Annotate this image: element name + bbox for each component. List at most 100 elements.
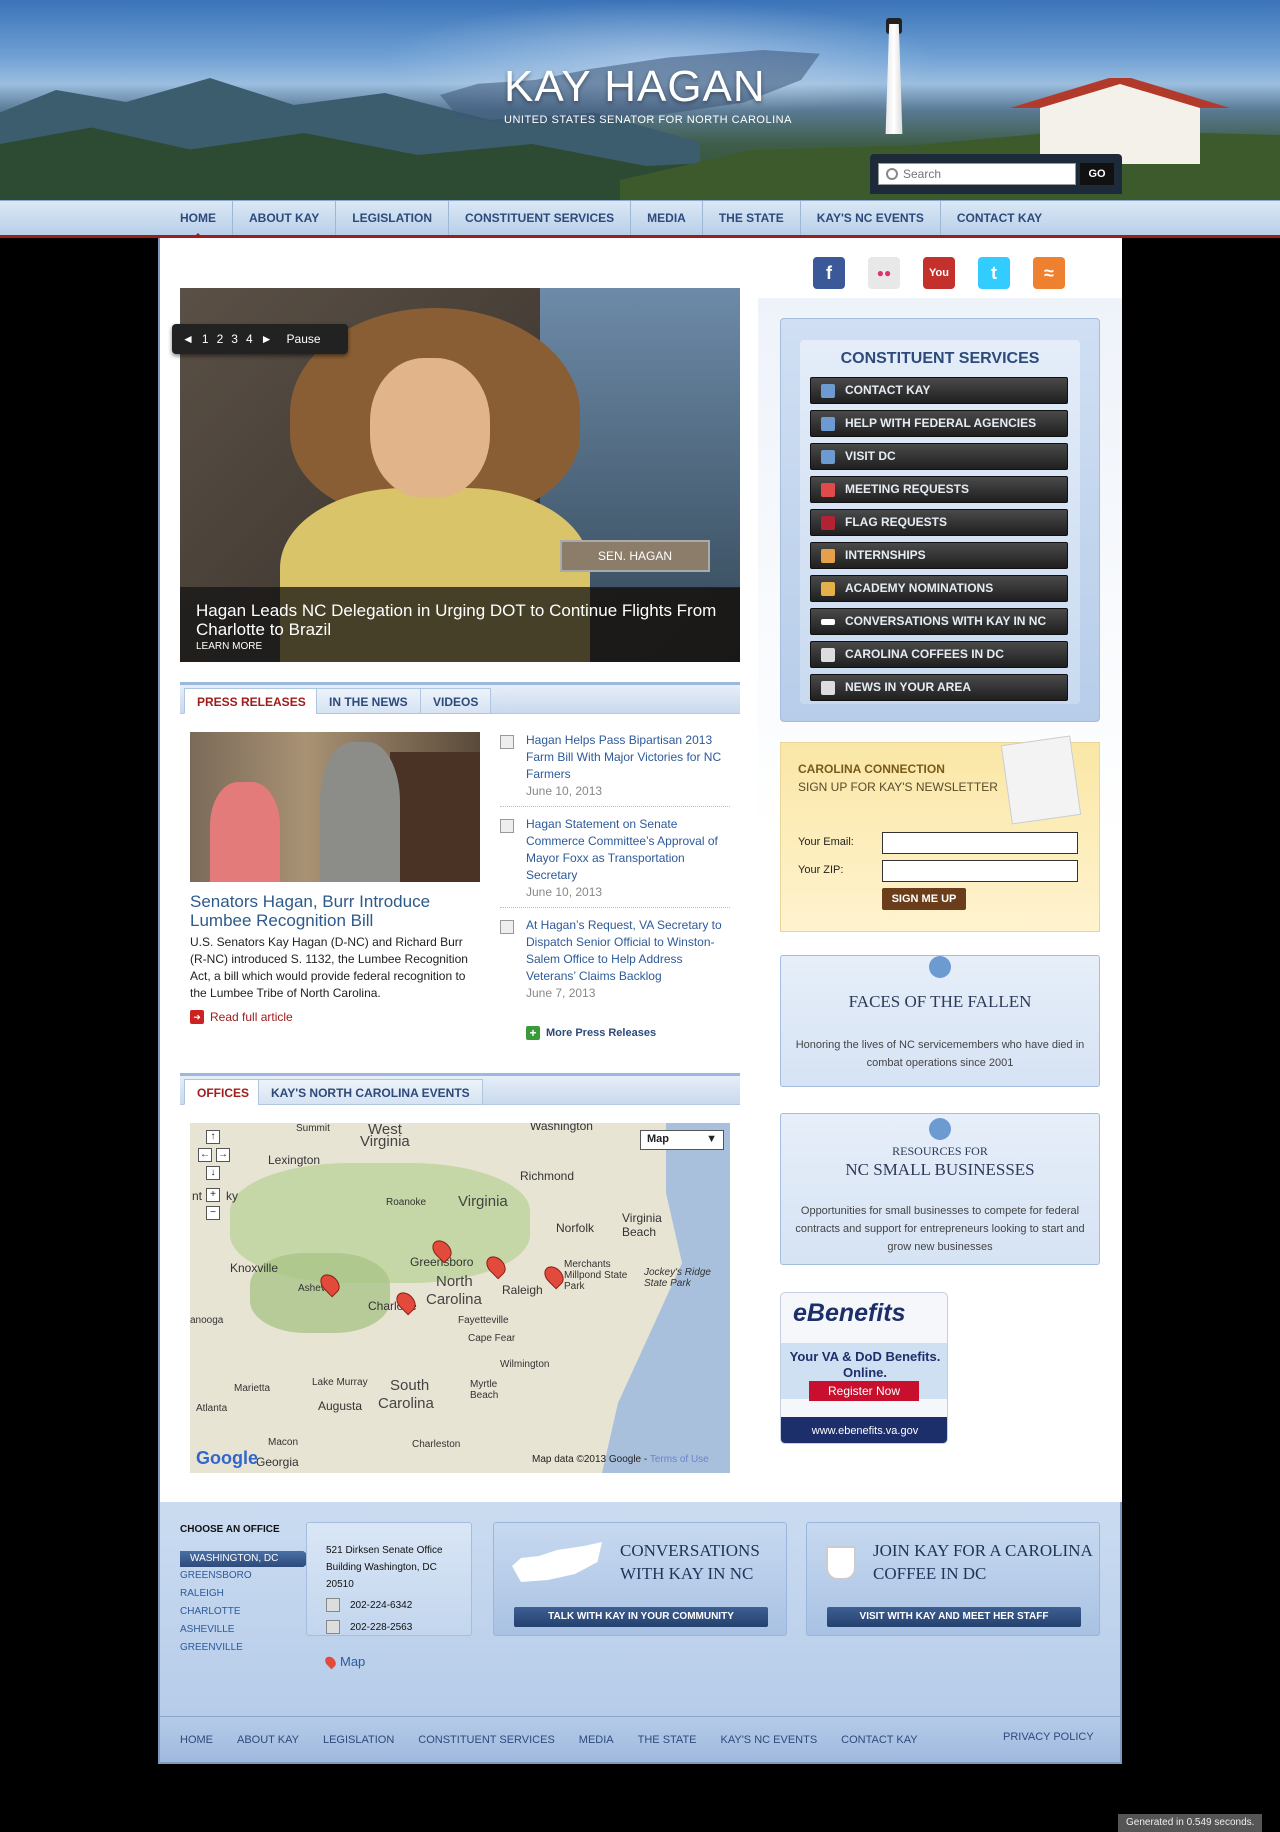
tab-offices[interactable]: OFFICES (184, 1079, 263, 1105)
feature-body: U.S. Senators Kay Hagan (D-NC) and Richa… (190, 935, 468, 1000)
offices-map[interactable]: West Virginia Washington Summit Lexingto… (190, 1123, 730, 1473)
press-release-title[interactable]: Hagan Helps Pass Bipartisan 2013 Farm Bi… (526, 732, 730, 783)
tab-videos[interactable]: VIDEOS (420, 688, 492, 714)
ebenefits-register-button[interactable]: Register Now (809, 1381, 919, 1401)
talk-with-kay-button[interactable]: TALK WITH KAY IN YOUR COMMUNITY (514, 1607, 768, 1627)
cs-contact-kay-button[interactable]: CONTACT KAY (810, 377, 1068, 404)
nav-home[interactable]: HOME (164, 201, 233, 238)
slider-pause-button[interactable]: Pause (287, 332, 321, 346)
read-full-article-link[interactable]: ➜ Read full article (190, 1010, 293, 1024)
cs-internships-button[interactable]: INTERNSHIPS (810, 542, 1068, 569)
office-asheville[interactable]: ASHEVILLE (180, 1624, 234, 1635)
tab-in-the-news[interactable]: IN THE NEWS (316, 688, 421, 714)
press-release-title[interactable]: Hagan Statement on Senate Commerce Commi… (526, 816, 730, 884)
zoom-in-icon[interactable]: + (206, 1188, 220, 1202)
sign-me-up-button[interactable]: SIGN ME UP (882, 888, 966, 910)
map-terms-link[interactable]: Terms of Use (650, 1454, 709, 1465)
nav-kays-nc-events[interactable]: KAY'S NC EVENTS (801, 201, 941, 235)
ebenefits-logo: eBenefits (793, 1299, 906, 1327)
pan-down-icon[interactable]: ↓ (206, 1166, 220, 1180)
nav-about-kay[interactable]: ABOUT KAY (233, 201, 337, 235)
footer-nav-kays-nc-events[interactable]: KAY'S NC EVENTS (721, 1734, 818, 1746)
slider-caption-title[interactable]: Hagan Leads NC Delegation in Urging DOT … (196, 601, 724, 639)
cs-carolina-coffees-button[interactable]: CAROLINA COFFEES IN DC (810, 641, 1068, 668)
nav-the-state[interactable]: THE STATE (703, 201, 801, 235)
read-full-article-label: Read full article (210, 1010, 293, 1024)
feature-photo[interactable] (190, 732, 480, 882)
pan-up-icon[interactable]: ↑ (206, 1130, 220, 1144)
map-label: Norfolk (556, 1221, 595, 1235)
office-charlotte[interactable]: CHARLOTTE (180, 1606, 241, 1617)
cs-button-label: MEETING REQUESTS (845, 482, 970, 496)
faces-of-the-fallen-promo[interactable]: FACES OF THE FALLEN Honoring the lives o… (780, 955, 1100, 1087)
nav-contact-kay[interactable]: CONTACT KAY (941, 201, 1058, 235)
choose-office-label: CHOOSE AN OFFICE (180, 1524, 280, 1535)
cs-federal-agencies-button[interactable]: HELP WITH FEDERAL AGENCIES (810, 410, 1068, 437)
nav-legislation[interactable]: LEGISLATION (336, 201, 450, 235)
office-washington-dc[interactable]: WASHINGTON, DC (180, 1551, 314, 1567)
office-map-link[interactable]: Map (326, 1654, 365, 1669)
footer-nav-media[interactable]: MEDIA (579, 1734, 614, 1746)
ebenefits-url: www.ebenefits.va.gov (781, 1417, 947, 1443)
slider-dot-1[interactable]: 1 (202, 332, 209, 346)
privacy-policy-link[interactable]: PRIVACY POLICY (1003, 1731, 1094, 1743)
footer-nav-constituent-services[interactable]: CONSTITUENT SERVICES (418, 1734, 555, 1746)
map-type-select[interactable]: Map ▼ (640, 1130, 724, 1150)
map-label: anooga (190, 1315, 224, 1326)
footer-nav-legislation[interactable]: LEGISLATION (323, 1734, 394, 1746)
site-subtitle: UNITED STATES SENATOR FOR NORTH CAROLINA (504, 114, 792, 126)
pan-left-icon[interactable]: ← (198, 1148, 212, 1162)
more-press-releases-label: More Press Releases (546, 1027, 657, 1039)
nav-constituent-services[interactable]: CONSTITUENT SERVICES (449, 201, 632, 235)
feature-title[interactable]: Senators Hagan, Burr Introduce Lumbee Re… (190, 892, 480, 930)
map-label: Richmond (520, 1169, 575, 1183)
office-raleigh[interactable]: RALEIGH (180, 1588, 224, 1599)
tab-press-releases[interactable]: PRESS RELEASES (184, 688, 319, 714)
footer-nav-home[interactable]: HOME (180, 1734, 213, 1746)
office-greensboro[interactable]: GREENSBORO (180, 1570, 252, 1581)
slider-dot-3[interactable]: 3 (231, 332, 238, 346)
zoom-out-icon[interactable]: − (206, 1206, 220, 1220)
map-label: Carolina (378, 1395, 434, 1412)
search-go-button[interactable]: GO (1080, 163, 1114, 185)
flickr-icon[interactable]: ●● (868, 257, 900, 289)
cs-conversations-button[interactable]: CONVERSATIONS WITH KAY IN NC (810, 608, 1068, 635)
cs-visit-dc-button[interactable]: VISIT DC (810, 443, 1068, 470)
phone-icon (326, 1598, 340, 1612)
map-label: Georgia (256, 1455, 299, 1469)
more-press-releases-link[interactable]: + More Press Releases (526, 1026, 656, 1040)
site-title[interactable]: KAY HAGAN (504, 62, 766, 112)
small-business-title: NC SMALL BUSINESSES (845, 1160, 1035, 1179)
ebenefits-banner[interactable]: eBenefits Your VA & DoD Benefits. Online… (780, 1292, 948, 1444)
cs-academy-nominations-button[interactable]: ACADEMY NOMINATIONS (810, 575, 1068, 602)
press-release-date: June 10, 2013 (526, 784, 603, 798)
rss-icon[interactable]: ≈ (1033, 257, 1065, 289)
cs-news-in-your-area-button[interactable]: NEWS IN YOUR AREA (810, 674, 1068, 701)
slider-dot-4[interactable]: 4 (246, 332, 253, 346)
footer-nav-about-kay[interactable]: ABOUT KAY (237, 1734, 299, 1746)
slider-next-icon[interactable]: ► (261, 332, 273, 346)
map-label: Macon (268, 1437, 299, 1448)
slider-prev-icon[interactable]: ◄ (182, 332, 194, 346)
small-business-promo[interactable]: RESOURCES FOR NC SMALL BUSINESSES Opport… (780, 1113, 1100, 1265)
slider-dot-2[interactable]: 2 (217, 332, 224, 346)
twitter-icon[interactable]: t (978, 257, 1010, 289)
office-greenville[interactable]: GREENVILLE (180, 1642, 243, 1653)
footer-nav-contact-kay[interactable]: CONTACT KAY (841, 1734, 917, 1746)
zip-field[interactable] (882, 860, 1078, 882)
pan-right-icon[interactable]: → (216, 1148, 230, 1162)
slider-learn-more-link[interactable]: LEARN MORE (196, 641, 724, 652)
email-field[interactable] (882, 832, 1078, 854)
nav-media[interactable]: MEDIA (631, 201, 703, 235)
press-release-title[interactable]: At Hagan’s Request, VA Secretary to Disp… (526, 917, 730, 985)
map-label: nt (192, 1189, 203, 1203)
cs-meeting-requests-button[interactable]: MEETING REQUESTS (810, 476, 1068, 503)
footer-nav-the-state[interactable]: THE STATE (638, 1734, 697, 1746)
youtube-icon[interactable]: You (923, 257, 955, 289)
facebook-icon[interactable]: f (813, 257, 845, 289)
visit-with-kay-button[interactable]: VISIT WITH KAY AND MEET HER STAFF (827, 1607, 1081, 1627)
cs-flag-requests-button[interactable]: FLAG REQUESTS (810, 509, 1068, 536)
tab-kays-north-carolina-events[interactable]: KAY'S NORTH CAROLINA EVENTS (258, 1079, 483, 1105)
search-input[interactable] (878, 163, 1076, 185)
document-icon (500, 920, 514, 934)
